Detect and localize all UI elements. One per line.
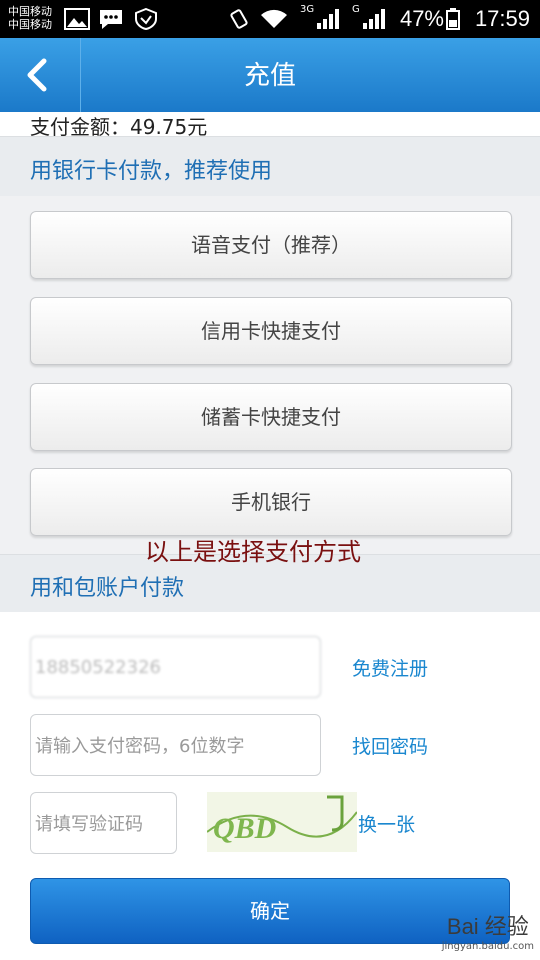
captcha-placeholder: 请填写验证码	[35, 814, 143, 835]
gallery-icon	[64, 8, 90, 30]
voice-pay-button[interactable]: 语音支付（推荐）	[30, 211, 512, 279]
vibrate-icon	[230, 9, 248, 29]
watermark-url: jingyan.baidu.com	[441, 941, 534, 952]
watermark-logo: Bai 经验	[446, 914, 529, 939]
carrier-1: 中国移动	[8, 5, 52, 18]
wifi-icon	[261, 9, 287, 28]
debit-card-pay-button[interactable]: 储蓄卡快捷支付	[30, 383, 512, 451]
mobile-bank-button[interactable]: 手机银行	[30, 468, 512, 536]
credit-card-pay-button[interactable]: 信用卡快捷支付	[30, 297, 512, 365]
carrier-2: 中国移动	[8, 18, 52, 31]
network-type-2: G	[352, 4, 360, 15]
password-input[interactable]: 请输入支付密码，6位数字	[30, 714, 321, 776]
annotation-text: 以上是选择支付方式	[145, 538, 361, 566]
signal-icon-1	[317, 9, 339, 29]
battery-icon	[446, 8, 460, 30]
battery-level: 47%	[399, 6, 444, 31]
shield-icon	[135, 8, 157, 30]
watermark: Bai 经验 jingyan.baidu.com	[442, 909, 534, 952]
phone-input[interactable]: 18850522326	[30, 636, 321, 698]
network-type-1: 3G	[300, 4, 315, 15]
app-bar: 充值	[0, 38, 540, 112]
wallet-section-label: 用和包账户付款	[30, 576, 185, 601]
confirm-button[interactable]: 确定	[30, 878, 510, 944]
status-bar: 中国移动 中国移动 3G G 47% 17:59	[0, 0, 540, 38]
bank-section-label: 用银行卡付款，推荐使用	[30, 159, 273, 184]
captcha-image[interactable]: QBD	[206, 792, 358, 852]
captcha-text: QBD	[213, 812, 276, 845]
bank-section-header: 用银行卡付款，推荐使用	[0, 136, 540, 197]
page-title: 充值	[243, 60, 296, 90]
password-placeholder: 请输入支付密码，6位数字	[35, 736, 245, 757]
refresh-captcha-link[interactable]: 换一张	[358, 810, 415, 837]
register-link[interactable]: 免费注册	[352, 654, 428, 681]
message-icon	[100, 10, 122, 29]
carrier-info: 中国移动 中国移动	[8, 5, 52, 31]
clock: 17:59	[474, 6, 530, 31]
captcha-input[interactable]: 请填写验证码	[30, 792, 177, 854]
signal-icon-2	[363, 9, 385, 29]
captcha-graphic: QBD	[206, 795, 358, 845]
phone-value: 18850522326	[35, 656, 161, 678]
forgot-password-link[interactable]: 找回密码	[352, 732, 428, 759]
